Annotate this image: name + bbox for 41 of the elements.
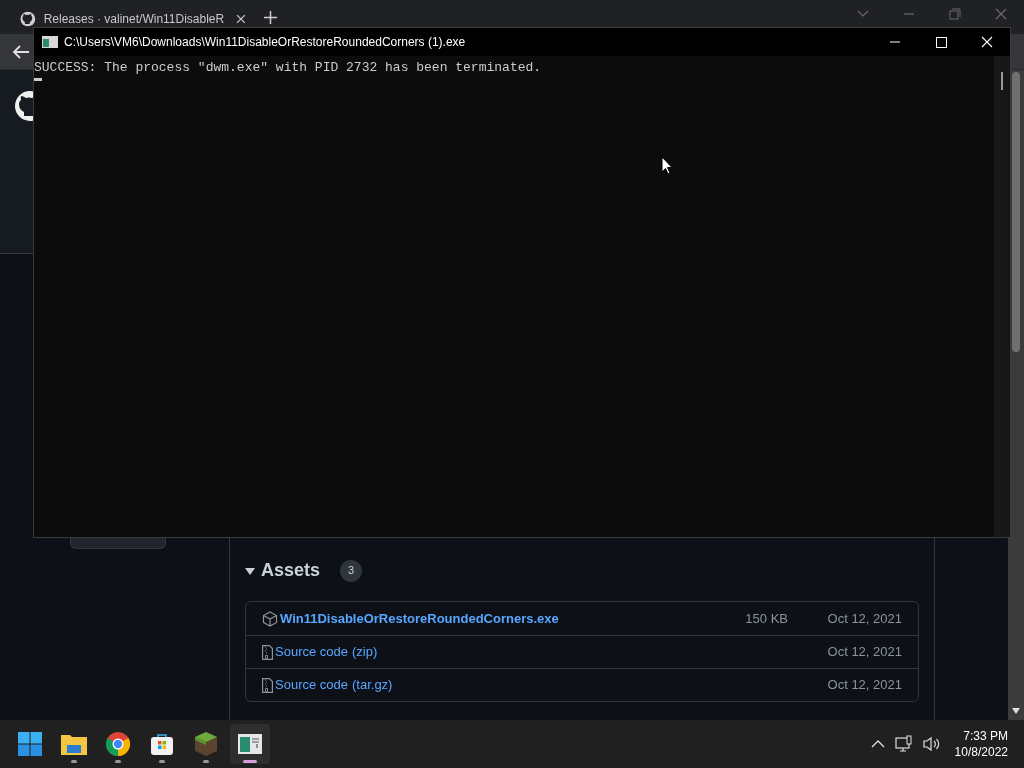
asset-link[interactable]: Source code [275,642,348,662]
mouse-pointer-icon [661,156,673,175]
close-icon[interactable] [236,14,246,24]
console-output-line: SUCCESS: The process "dwm.exe" with PID 2732 has been terminated. [34,59,542,77]
assets-heading[interactable]: Assets [261,557,321,584]
windows-logo-icon [18,732,42,756]
asset-size: 150 KB [745,609,788,628]
asset-date: Oct 12, 2021 [826,676,902,695]
asset-date: Oct 12, 2021 [826,609,902,628]
clock[interactable]: 7:33 PM 10/8/2022 [954,728,1008,760]
scrollbar-thumb[interactable] [1012,72,1020,352]
asset-suffix: (zip) [352,643,378,662]
network-icon[interactable] [894,735,913,753]
package-icon [262,610,278,627]
store-bag-icon [150,732,174,756]
scrollbar-thumb[interactable] [1001,72,1003,90]
console-app-icon [42,36,58,48]
taskbar-app-button[interactable] [230,724,270,764]
asset-suffix: (tar.gz) [352,676,393,695]
asset-date: Oct 12, 2021 [826,643,902,662]
tab-title[interactable]: Releases · valinet/Win11DisableR [43,10,225,28]
scroll-down-icon[interactable] [1012,708,1020,714]
github-logo-icon [20,11,36,27]
grass-block-icon [195,732,217,756]
new-tab-icon[interactable] [264,11,277,24]
asset-link[interactable]: Win11DisableOrRestoreRoundedCorners.exe [280,608,559,629]
caret-icon[interactable] [245,565,255,576]
file-zip-icon [262,644,273,660]
chrome-logo-icon [106,732,130,756]
volume-icon[interactable] [922,736,941,752]
window-title: C:\Users\VM6\Downloads\Win11DisableOrRestoreRoundedCorners (1).exe [64,34,466,51]
folder-icon [61,733,87,755]
text-cursor [34,78,42,81]
console-app-icon [238,734,262,754]
back-arrow-icon[interactable] [12,43,30,60]
file-zip-icon [262,677,273,693]
count-badge: 3 [340,559,363,582]
chevron-up-icon[interactable] [870,740,885,748]
clock-time: 7:33 PM [963,728,1008,744]
clock-date: 10/8/2022 [954,744,1008,760]
asset-link[interactable]: Source code [275,675,348,695]
